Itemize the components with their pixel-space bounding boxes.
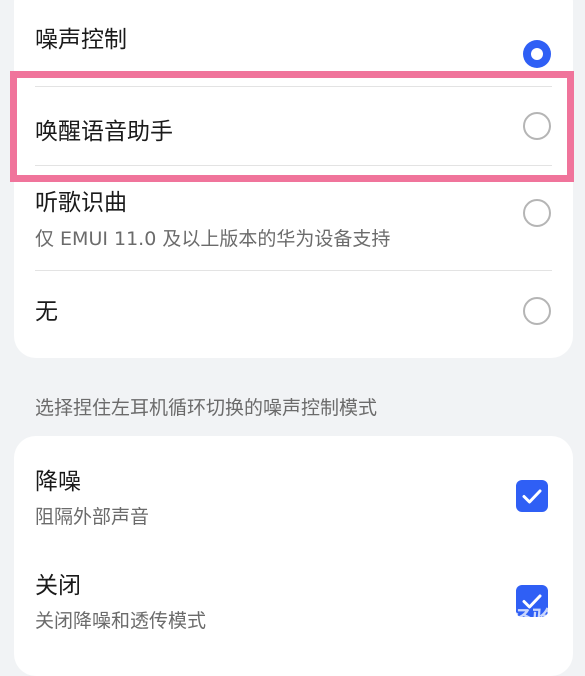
section-label: 选择捏住左耳机循环切换的噪声控制模式 xyxy=(35,397,378,419)
option-song-recognition[interactable]: 听歌识曲 仅 EMUI 11.0 及以上版本的华为设备支持 xyxy=(14,166,573,270)
option-title: 降噪 xyxy=(35,469,81,495)
option-subtitle: 阻隔外部声音 xyxy=(35,506,150,528)
cycle-option-noise-cancelling[interactable]: 降噪 阻隔外部声音 xyxy=(14,436,573,542)
option-none[interactable]: 无 xyxy=(14,271,573,356)
option-wake-voice-assistant[interactable]: 唤醒语音助手 xyxy=(14,87,573,165)
option-title: 无 xyxy=(35,299,58,325)
watermark-logo: Baidu经验 xyxy=(442,607,555,632)
checkbox-checked-icon[interactable] xyxy=(516,480,548,512)
option-noise-control[interactable]: 噪声控制 xyxy=(14,0,573,82)
radio-unselected[interactable] xyxy=(523,199,551,227)
option-title: 唤醒语音助手 xyxy=(35,119,173,145)
radio-unselected[interactable] xyxy=(523,112,551,140)
radio-unselected[interactable] xyxy=(523,297,551,325)
watermark-url: jingyan.baidu.com xyxy=(466,634,555,646)
option-subtitle: 仅 EMUI 11.0 及以上版本的华为设备支持 xyxy=(35,228,391,250)
function-options-card: 噪声控制 唤醒语音助手 听歌识曲 仅 EMUI 11.0 及以上版本的华为设备支… xyxy=(14,0,573,358)
option-title: 关闭 xyxy=(35,573,81,599)
option-title: 噪声控制 xyxy=(35,27,127,53)
option-title: 听歌识曲 xyxy=(35,190,127,216)
option-subtitle: 关闭降噪和透传模式 xyxy=(35,610,207,632)
radio-selected[interactable] xyxy=(523,40,551,68)
